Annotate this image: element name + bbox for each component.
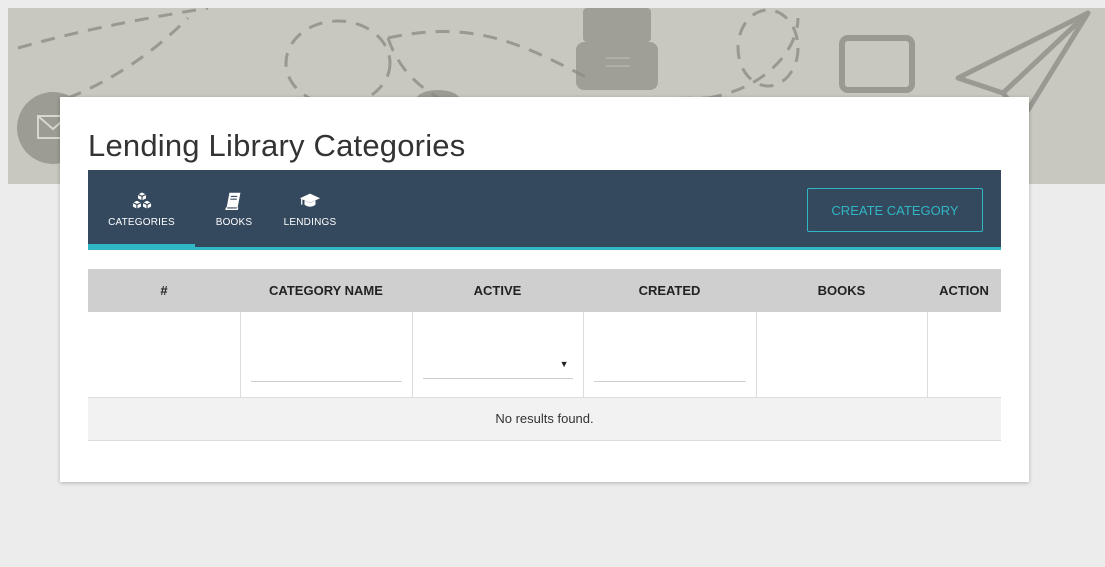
tab-categories-label: CATEGORIES [108, 216, 175, 228]
filter-cell-number [88, 312, 241, 397]
column-header-category-name[interactable]: CATEGORY NAME [240, 269, 412, 312]
book-icon [225, 192, 241, 210]
created-filter-input[interactable] [593, 356, 746, 383]
filter-cell-created [583, 312, 757, 397]
empty-results-message: No results found. [88, 396, 1001, 441]
filter-cell-books [756, 312, 928, 397]
categories-table: # CATEGORY NAME ACTIVE CREATED BOOKS ACT… [88, 269, 1001, 441]
column-header-books[interactable]: BOOKS [756, 269, 927, 312]
cubes-icon [130, 190, 153, 210]
column-header-number[interactable]: # [88, 269, 240, 312]
column-header-created[interactable]: CREATED [583, 269, 756, 312]
page-title: Lending Library Categories [88, 128, 466, 163]
page: Lending Library Categories CATEGORIES BO… [0, 0, 1105, 567]
section-navbar: CATEGORIES BOOKS LENDINGS CREATE CATEGOR… [88, 170, 1001, 250]
graduation-cap-icon [299, 193, 321, 207]
create-category-button[interactable]: CREATE CATEGORY [807, 188, 983, 232]
filter-row: ▼ [88, 312, 1001, 397]
column-header-action: ACTION [927, 269, 1001, 312]
tab-books-label: BOOKS [215, 216, 253, 228]
tab-lendings-label: LENDINGS [283, 216, 337, 228]
filter-cell-action [927, 312, 1001, 397]
empty-results-row: No results found. [88, 396, 1001, 441]
categories-card: Lending Library Categories CATEGORIES BO… [60, 97, 1029, 482]
table-header-row: # CATEGORY NAME ACTIVE CREATED BOOKS ACT… [88, 269, 1001, 312]
caret-down-icon: ▼ [559, 359, 569, 370]
tab-books[interactable]: BOOKS [203, 170, 265, 247]
tab-lendings[interactable]: LENDINGS [273, 170, 347, 247]
tab-categories[interactable]: CATEGORIES [88, 170, 195, 247]
filter-cell-category-name [240, 312, 413, 397]
column-header-active[interactable]: ACTIVE [412, 269, 583, 312]
active-filter-select[interactable]: ▼ [422, 353, 573, 380]
filter-cell-active: ▼ [412, 312, 584, 397]
category-name-filter-input[interactable] [250, 356, 402, 383]
